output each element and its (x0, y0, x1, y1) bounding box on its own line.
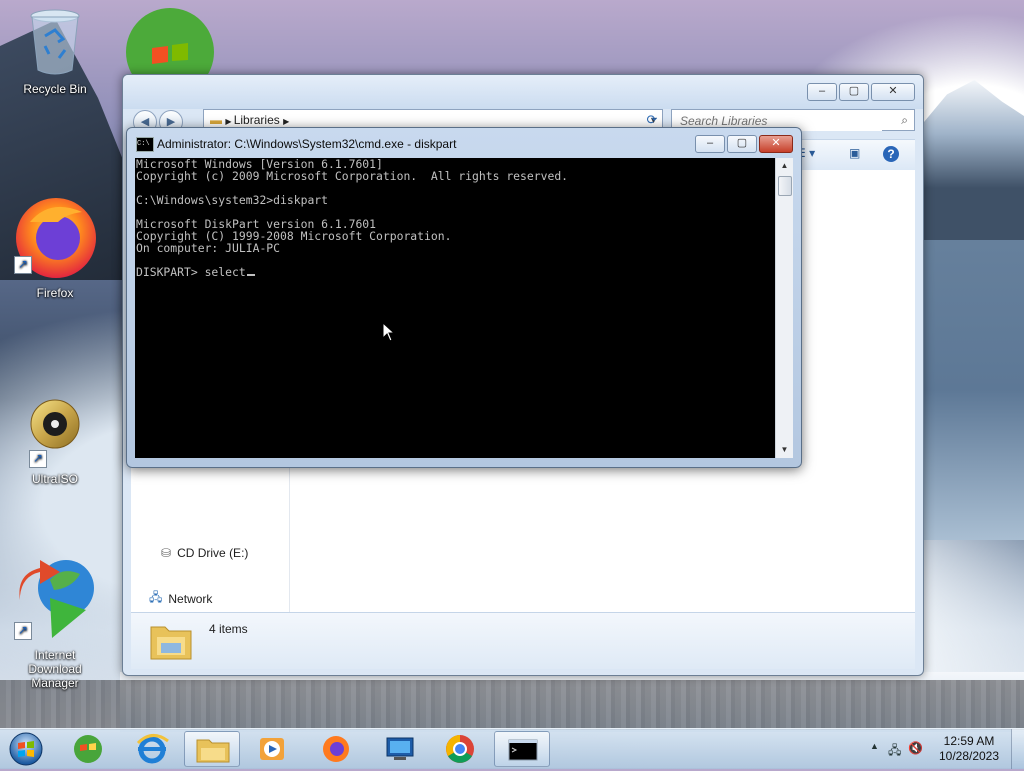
desktop-icon-firefox[interactable]: ↗ Firefox (10, 192, 100, 300)
maximize-button[interactable]: ▢ (727, 135, 757, 153)
idm-globe-icon: ↗ (10, 554, 100, 644)
taskbar-cmd[interactable] (494, 731, 550, 767)
chevron-right-icon: ▶ (283, 117, 290, 126)
desktop-icon-ultraiso[interactable]: ↗ UltraISO (10, 394, 100, 486)
ultraiso-disc-icon: ↗ (25, 394, 85, 468)
wallpaper-water (914, 240, 1024, 540)
address-path: Libraries (233, 113, 280, 127)
preview-pane-icon[interactable]: ▣ (849, 146, 860, 160)
volume-muted-icon[interactable]: 🔇 (908, 741, 923, 755)
shortcut-arrow-icon: ↗ (14, 622, 32, 640)
scroll-down-arrow-icon[interactable]: ▼ (776, 442, 793, 458)
cmd-window-title: Administrator: C:\Windows\System32\cmd.e… (157, 137, 457, 151)
close-button[interactable]: ✕ (759, 135, 793, 153)
maximize-button[interactable]: ▢ (839, 83, 869, 101)
shortcut-arrow-icon: ↗ (29, 450, 47, 468)
help-icon[interactable]: ? (883, 146, 899, 162)
console-prompt-text: DISKPART> select (136, 265, 246, 279)
close-button[interactable]: ✕ (871, 83, 915, 101)
cmd-window-buttons: – ▢ ✕ (695, 135, 793, 153)
clock-time: 12:59 AM (943, 734, 995, 748)
chevron-right-icon: ▶ (225, 117, 234, 126)
desktop-icon-recycle-bin[interactable]: Recycle Bin (10, 6, 100, 96)
details-pane: 4 items (131, 612, 915, 669)
desktop-icon-idm[interactable]: ↗ Internet Download Manager (10, 554, 100, 690)
start-button[interactable] (6, 731, 46, 767)
taskbar: ▲ 🖧 🔇 12:59 AM 10/28/2023 (0, 728, 1024, 769)
taskbar-remote-desktop[interactable] (372, 731, 428, 767)
nav-item-cd-drive[interactable]: ⛁ CD Drive (E:) (161, 546, 248, 560)
item-count-text: 4 items (209, 622, 248, 636)
scrollbar-thumb[interactable] (778, 176, 792, 196)
desktop-icon-label: Firefox (36, 286, 74, 300)
search-icon: ⌕ (901, 113, 908, 127)
console-prompt-line[interactable]: DISKPART> select (136, 266, 775, 278)
media-player-icon (260, 738, 284, 760)
nav-item-network[interactable]: 🖧 Network (149, 588, 212, 609)
taskbar-internet-explorer[interactable] (124, 731, 180, 767)
nav-item-label: Network (168, 591, 213, 606)
explorer-window-buttons: – ▢ ✕ (807, 83, 915, 101)
remote-desktop-icon (386, 737, 414, 760)
taskbar-windows-explorer[interactable] (184, 731, 240, 767)
cmd-icon (508, 739, 538, 761)
firefox-icon: ↗ (10, 192, 100, 282)
cmd-scrollbar[interactable]: ▲ ▼ (775, 158, 793, 458)
taskbar-chrome[interactable] (432, 731, 488, 767)
desktop-icon-label: Recycle Bin (23, 82, 87, 96)
desktop-windows-orb-icon (122, 6, 218, 96)
chrome-icon (446, 735, 474, 763)
taskbar-firefox[interactable] (308, 731, 364, 767)
cmd-window[interactable]: C:\ Administrator: C:\Windows\System32\c… (126, 127, 802, 468)
cmd-icon: C:\ (136, 137, 154, 152)
folder-icon: ▬ (210, 113, 222, 127)
text-cursor (246, 274, 255, 276)
taskbar-windows-media-center[interactable] (60, 731, 116, 767)
wallpaper-mountain-right (914, 80, 1024, 260)
show-desktop-button[interactable] (1011, 729, 1024, 769)
console-line: On computer: JULIA-PC (136, 241, 281, 255)
cd-drive-icon: ⛁ (161, 546, 172, 560)
show-hidden-icons-icon[interactable]: ▲ (870, 741, 879, 751)
clock-date: 10/28/2023 (938, 749, 1000, 763)
console-line: C:\Windows\system32>diskpart (136, 193, 329, 207)
network-status-icon[interactable]: 🖧 (888, 741, 901, 762)
nav-item-label: CD Drive (E:) (177, 546, 249, 560)
explorer-titlebar[interactable] (123, 75, 923, 109)
library-folder-icon (149, 619, 193, 660)
minimize-button[interactable]: – (807, 83, 837, 101)
taskbar-clock[interactable]: 12:59 AM 10/28/2023 (934, 734, 1004, 764)
desktop-icon-label: UltraISO (31, 472, 78, 486)
network-icon: 🖧 (149, 590, 163, 604)
console-output[interactable]: Microsoft Windows [Version 6.1.7601] Cop… (135, 158, 775, 458)
folder-icon (196, 739, 230, 763)
wallpaper-rocks (0, 680, 1024, 730)
scroll-up-arrow-icon[interactable]: ▲ (776, 158, 793, 174)
recycle-bin-icon (25, 6, 85, 75)
windows-media-center-icon (74, 735, 102, 763)
console-line: Copyright (c) 2009 Microsoft Corporation… (136, 169, 569, 183)
firefox-icon (323, 736, 349, 762)
minimize-button[interactable]: – (695, 135, 725, 153)
shortcut-arrow-icon: ↗ (14, 256, 32, 274)
desktop-icon-label: Internet Download Manager (28, 648, 82, 690)
taskbar-media-player[interactable] (244, 731, 300, 767)
internet-explorer-icon (136, 734, 169, 764)
